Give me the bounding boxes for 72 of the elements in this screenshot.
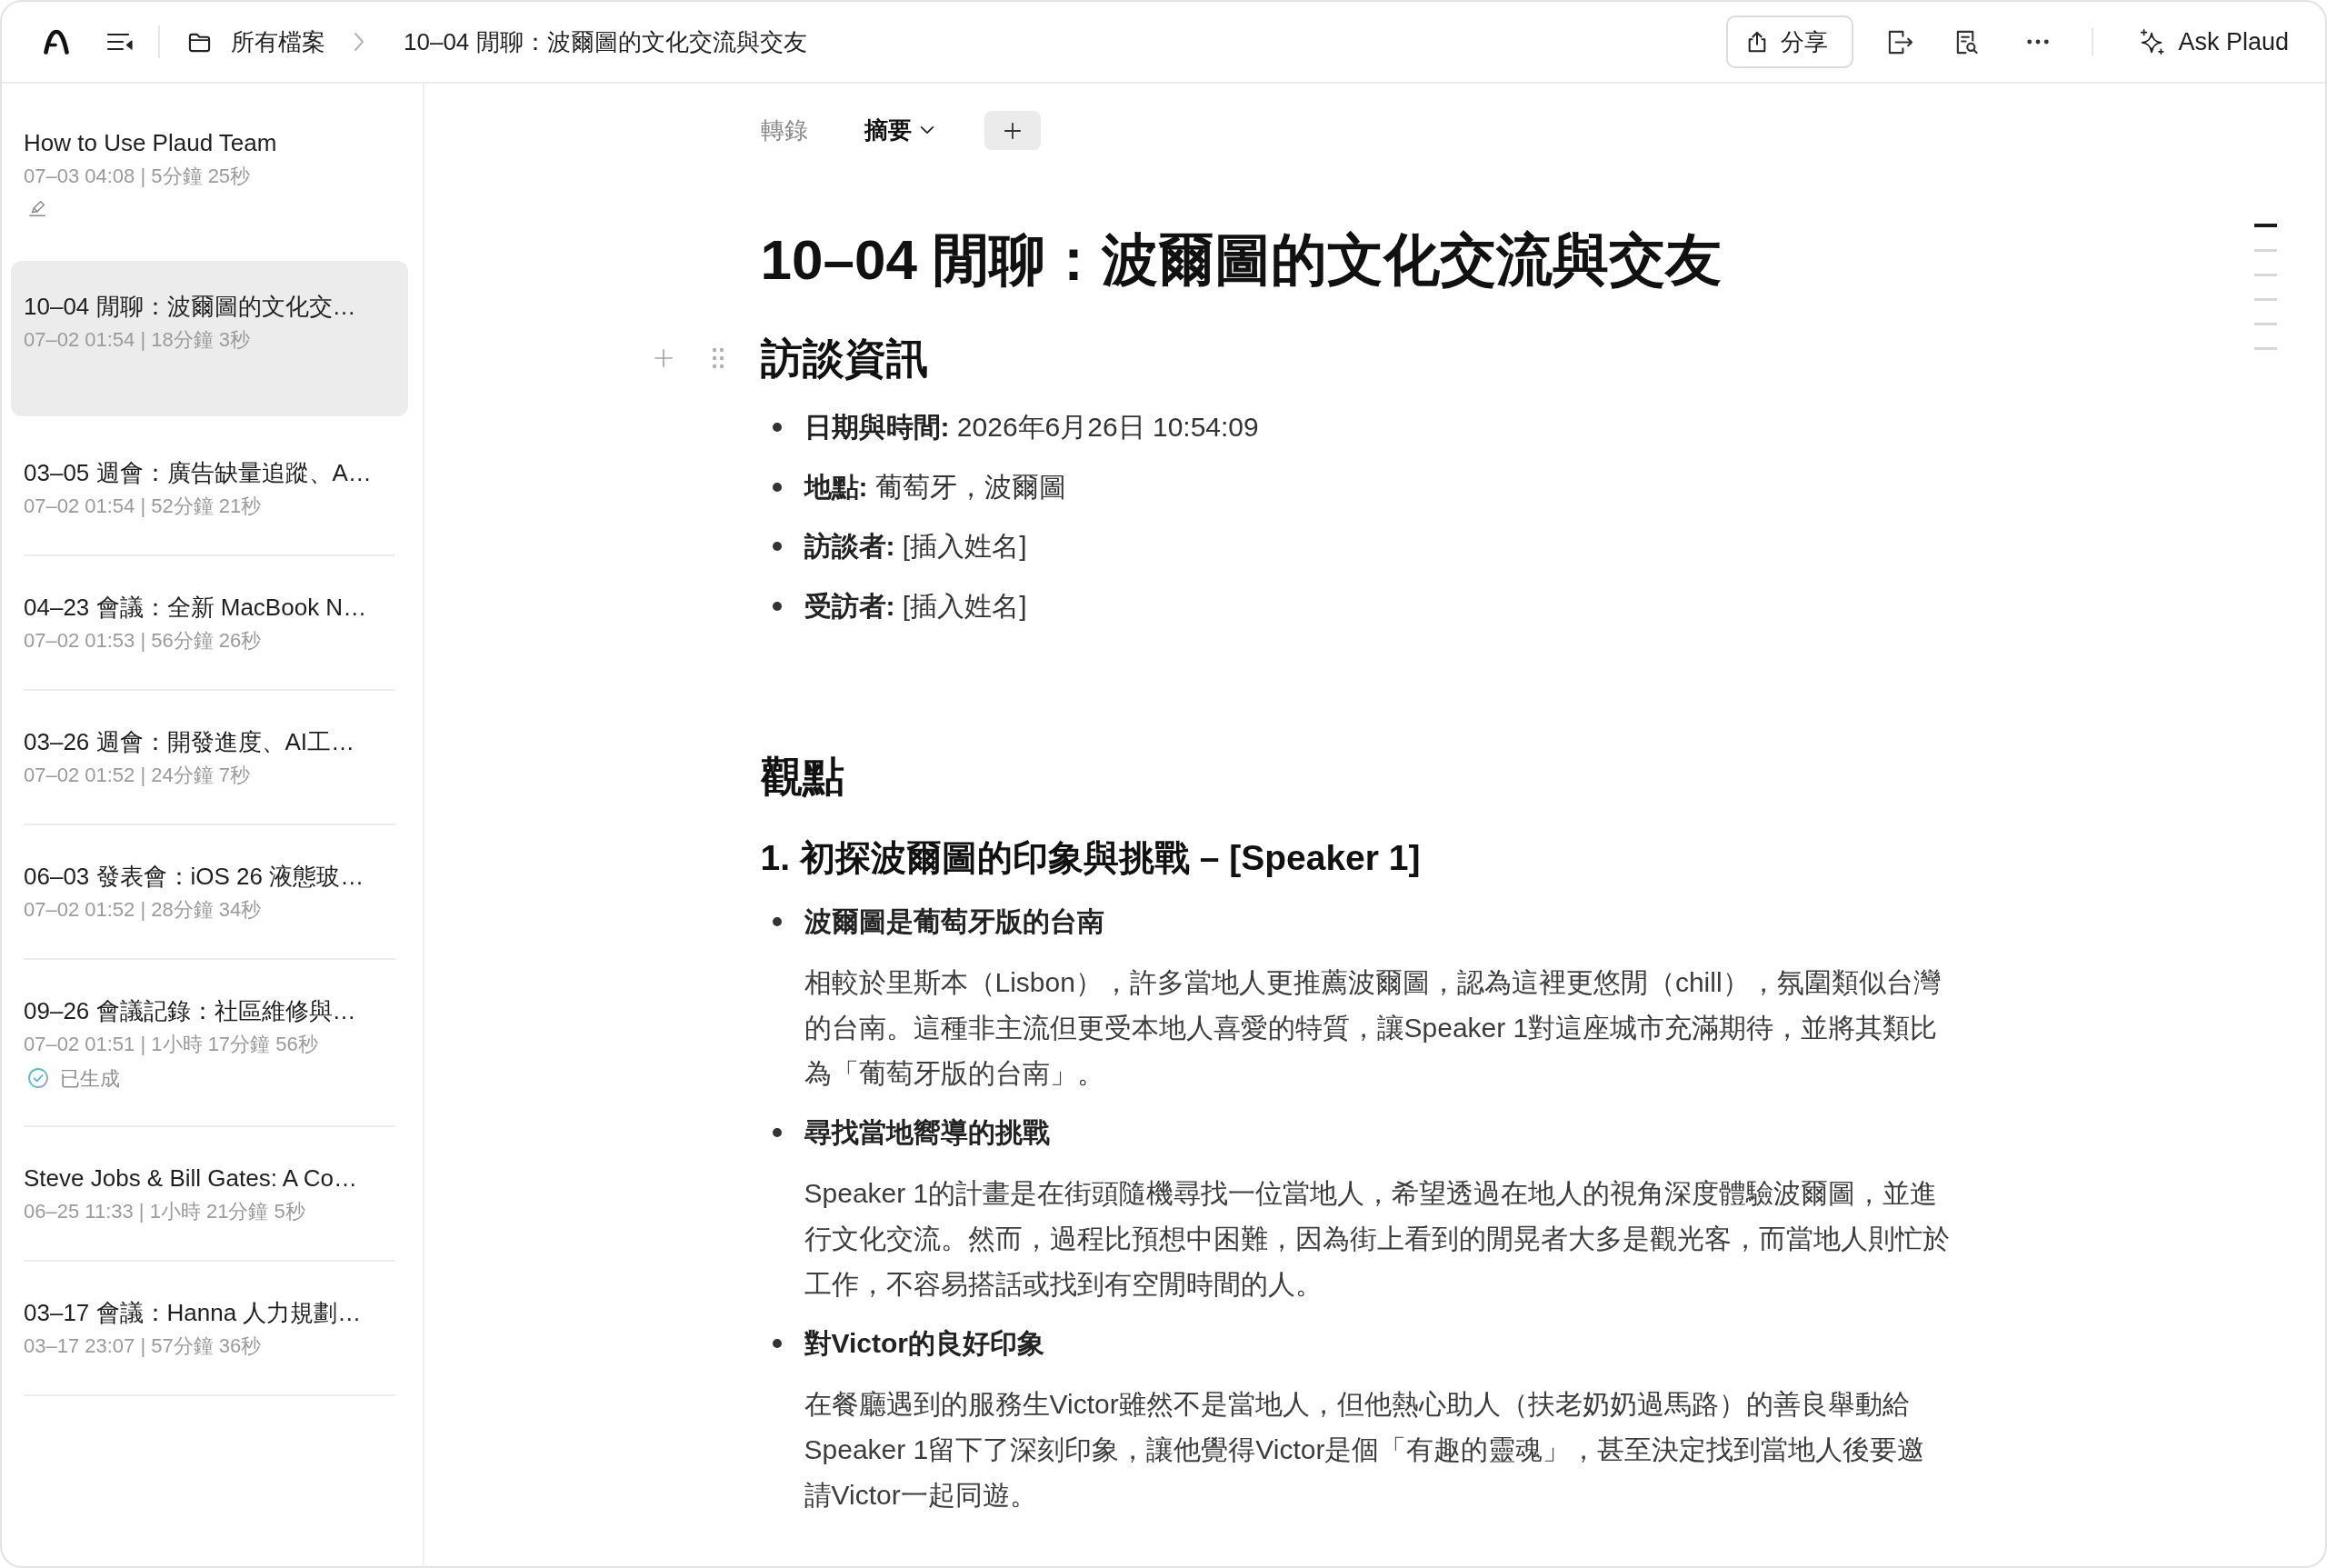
document-arrow-icon[interactable] — [1886, 28, 1915, 55]
point-title: 尋找當地嚮導的挑戰 — [804, 1115, 1050, 1149]
file-meta: 06–25 11:33 | 1小時 21分鐘 5秒 — [24, 1199, 306, 1224]
file-title: 03–26 週會：開發進度、AI工… — [24, 727, 356, 757]
bullet-icon — [772, 916, 782, 926]
add-tab-button[interactable] — [984, 111, 1041, 150]
file-title: 04–23 會議：全新 MacBook N… — [24, 593, 368, 623]
doc-tab[interactable]: 轉錄 — [760, 111, 808, 150]
file-list-item[interactable]: 03–17 會議：Hanna 人力規劃… 03–17 23:07 | 57分鐘 36秒 — [24, 1262, 395, 1396]
file-list-item[interactable]: 09–26 會議記錄：社區維修與… 07–02 01:51 | 1小時 17分鐘 56秒 已生成 — [24, 960, 395, 1127]
breadcrumb-current: 10–04 閒聊：波爾圖的文化交流與交友 — [404, 26, 807, 57]
outline-marker[interactable] — [2254, 249, 2277, 252]
file-meta: 07–02 01:52 | 28分鐘 34秒 — [24, 897, 263, 923]
file-list-item[interactable]: 06–03 發表會：iOS 26 液態玻… 07–02 01:52 | 28分鐘 34秒 — [24, 825, 395, 960]
file-meta: 07–02 01:52 | 24分鐘 7秒 — [24, 763, 252, 788]
file-meta: 07–02 01:54 | 52分鐘 21秒 — [24, 494, 263, 519]
file-title: 03–17 會議：Hanna 人力規劃… — [24, 1298, 363, 1328]
file-meta: 07–03 04:08 | 5分鐘 25秒 — [24, 164, 252, 189]
file-list-item[interactable]: 03–05 週會：廣告缺量追蹤、A… 07–02 01:54 | 52分鐘 21秒 — [24, 422, 395, 556]
ask-plaud-button[interactable]: Ask Plaud — [2139, 23, 2289, 61]
file-title: 03–05 週會：廣告缺量追蹤、A… — [24, 458, 373, 488]
point-text: 在餐廳遇到的服務生Victor雖然不是當地人，但他熱心助人（扶老奶奶過馬路）的善良舉動給Speaker 1留下了深刻印象，讓他覺得Victor是個「有趣的靈魂」，甚至決定找到當地人後要邀請Victor一起同遊。 — [804, 1387, 1926, 1512]
file-meta: 07–02 01:53 | 56分鐘 26秒 — [24, 628, 263, 654]
file-list-item[interactable]: Steve Jobs & Bill Gates: A Co… 06–25 11:33 | 1小時 21分鐘 5秒 — [24, 1127, 395, 1262]
plus-icon[interactable] — [653, 348, 674, 368]
file-meta: 07–02 01:51 | 1小時 17分鐘 56秒 — [24, 1032, 319, 1057]
list-icon[interactable] — [106, 31, 134, 53]
file-title: 10–04 閒聊：波爾圖的文化交… — [24, 292, 357, 322]
info-text: 地點: 葡萄牙，波爾圖 — [804, 470, 1066, 504]
breadcrumb-link[interactable]: 所有檔案 — [187, 24, 325, 60]
file-meta: 07–02 01:54 | 18分鐘 3秒 — [24, 327, 252, 353]
share-button[interactable]: 分享 — [1726, 15, 1854, 68]
section-heading: 觀點 — [760, 751, 844, 802]
bullet-icon — [772, 601, 782, 611]
file-list-item[interactable]: 03–26 週會：開發進度、AI工… 07–02 01:52 | 24分鐘 7秒 — [24, 691, 395, 825]
document-search-icon[interactable] — [1954, 28, 1980, 55]
document-title: 10–04 閒聊：波爾圖的文化交流與交友 — [760, 227, 1723, 293]
more-icon[interactable] — [2026, 38, 2051, 45]
file-list-item[interactable]: How to Use Plaud Team 07–03 04:08 | 5分鐘 25秒 — [24, 92, 395, 255]
outline-marker[interactable] — [2254, 347, 2277, 350]
info-text: 受訪者: [插入姓名] — [804, 589, 1027, 623]
point-title: 對Victor的良好印象 — [804, 1326, 1044, 1360]
subsection-heading: 1. 初探波爾圖的印象與挑戰 – [Speaker 1] — [760, 836, 1421, 879]
bullet-icon — [772, 423, 782, 432]
point-title: 波爾圖是葡萄牙版的台南 — [804, 904, 1104, 938]
bullet-icon — [772, 1338, 782, 1348]
logo-icon — [43, 29, 70, 55]
status-label: 已生成 — [60, 1065, 120, 1092]
outline-marker[interactable] — [2254, 224, 2277, 227]
file-title: How to Use Plaud Team — [24, 128, 278, 158]
info-text: 日期與時間: 2026年6月26日 10:54:09 — [804, 411, 1259, 444]
file-list-item[interactable]: 04–23 會議：全新 MacBook N… 07–02 01:53 | 56分鐘 26秒 — [24, 556, 395, 691]
info-text: 訪談者: [插入姓名] — [804, 530, 1027, 563]
file-list-item[interactable]: 10–04 閒聊：波爾圖的文化交… 07–02 01:54 | 18分鐘 3秒 — [11, 261, 408, 416]
doc-tab[interactable]: 摘要 — [864, 111, 935, 150]
file-title: 09–26 會議記錄：社區維修與… — [24, 996, 357, 1026]
point-text: 相較於里斯本（Lisbon），許多當地人更推薦波爾圖，認為這裡更悠閒（chill），氛圍類似台灣的台南。這種非主流但更受本地人喜愛的特質，讓Speaker 1對這座城市充滿期待，並將其類比為「葡萄牙版的台南」。 — [804, 965, 1942, 1090]
file-title: 06–03 發表會：iOS 26 液態玻… — [24, 862, 365, 892]
point-text: Speaker 1的計畫是在街頭隨機尋找一位當地人，希望透過在地人的視角深度體驗波爾圖，並進行文化交流。然而，過程比預想中困難，因為街上看到的閒晃者大多是觀光客，而當地人則忙於工作，不容易搭話或找到有空閒時間的人。 — [804, 1176, 1950, 1301]
bullet-icon — [772, 542, 782, 551]
chevron-right-icon — [353, 32, 365, 52]
file-title: Steve Jobs & Bill Gates: A Co… — [24, 1164, 359, 1193]
bullet-icon — [772, 482, 782, 492]
check-circle-icon — [27, 1067, 49, 1089]
outline-marker[interactable] — [2254, 298, 2277, 301]
outline-marker[interactable] — [2254, 323, 2277, 325]
bullet-icon — [772, 1127, 782, 1137]
plus-icon — [1003, 121, 1022, 140]
drag-handle-icon[interactable] — [711, 347, 724, 369]
file-meta: 03–17 23:07 | 57分鐘 36秒 — [24, 1333, 263, 1359]
outline-marker[interactable] — [2254, 274, 2277, 276]
section-heading: 訪談資訊 — [760, 334, 928, 384]
